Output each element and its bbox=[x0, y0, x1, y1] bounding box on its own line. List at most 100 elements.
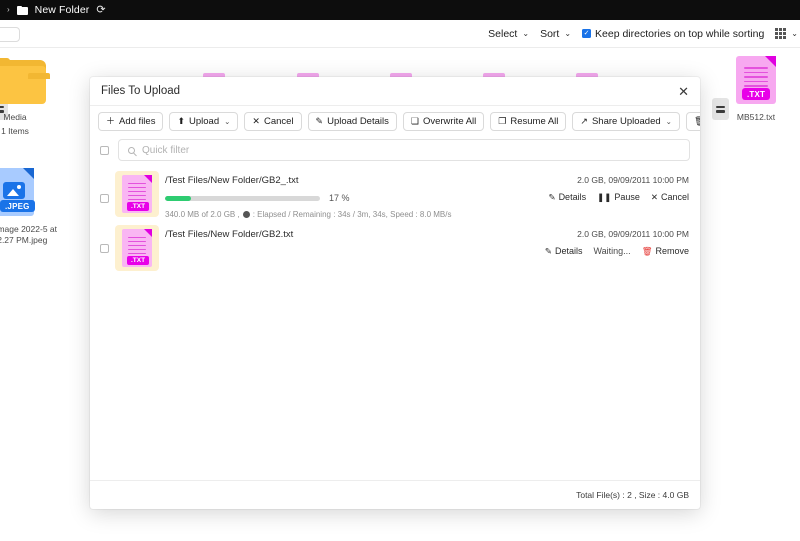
upload-icon: ⬆ bbox=[177, 115, 185, 126]
remove-action[interactable]: 🗑 Remove bbox=[642, 246, 689, 256]
status-label: Waiting... bbox=[593, 246, 631, 256]
app-body: Select ⌄ Sort ⌄ ✓ Keep directories on to… bbox=[0, 20, 800, 541]
trash-icon: 🗑 bbox=[641, 245, 653, 256]
details-action[interactable]: ✎ Details bbox=[548, 192, 586, 202]
status-badge: Waiting... bbox=[594, 246, 631, 256]
pause-icon: ❚❚ bbox=[597, 191, 612, 202]
button-label: Upload Details bbox=[327, 115, 389, 127]
transfer-stats-time: : Elapsed / Remaining : 34s / 3m, 34s, S… bbox=[252, 210, 452, 219]
table-row[interactable]: .TXT /Test Files/New Folder/GB2.txt 2.0 … bbox=[90, 223, 700, 273]
view-mode-toggle[interactable]: ⌄ bbox=[775, 28, 798, 39]
dialog-footer: Total File(s) : 2 , Size : 4.0 GB bbox=[90, 480, 700, 509]
remove-button[interactable]: 🗑 Remove ⌄ bbox=[685, 111, 700, 131]
progress-percent: 17 % bbox=[329, 193, 350, 203]
row-meta: 2.0 GB, 09/09/2011 10:00 PM ✎ Details Wa… bbox=[545, 227, 689, 256]
row-meta: 2.0 GB, 09/09/2011 10:00 PM ✎ Details ❚❚… bbox=[548, 173, 689, 202]
row-main: /Test Files/New Folder/GB2_.txt 17 % 340… bbox=[165, 173, 539, 219]
search-icon bbox=[128, 146, 135, 154]
row-checkbox[interactable] bbox=[100, 244, 109, 253]
edit-icon: ✎ bbox=[544, 245, 552, 256]
row-actions: ✎ Details ❚❚ Pause ✕ Cancel bbox=[548, 192, 689, 202]
file-meta: 2.0 GB, 09/09/2011 10:00 PM bbox=[577, 175, 689, 185]
files-to-upload-dialog: Files To Upload ✕ ＋ Add files ⬆ Upload ⌄… bbox=[90, 77, 700, 509]
desktop-item-jpeg[interactable]: .JPEG tsApp Image 2022-5 at 12.12.27 PM.… bbox=[0, 168, 57, 247]
resume-icon: ❐ bbox=[498, 115, 507, 126]
jpeg-file-icon: .JPEG bbox=[0, 168, 35, 216]
keep-directories-on-top-checkbox[interactable]: ✓ Keep directories on top while sorting bbox=[582, 28, 764, 40]
button-label: Overwrite All bbox=[422, 115, 477, 127]
file-meta: 2.0 GB, 09/09/2011 10:00 PM bbox=[577, 229, 689, 239]
desktop-item-txt[interactable]: .TXT MB512.txt bbox=[713, 56, 799, 123]
desktop-item-media-folder[interactable]: Media 1 Items bbox=[0, 58, 58, 136]
upload-file-list: .TXT /Test Files/New Folder/GB2_.txt 17 … bbox=[90, 169, 700, 480]
share-uploaded-button[interactable]: ↗ Share Uploaded ⌄ bbox=[572, 111, 680, 131]
dialog-title: Files To Upload bbox=[101, 85, 181, 97]
upload-details-button[interactable]: ✎ Upload Details bbox=[307, 111, 397, 131]
refresh-icon[interactable]: ⟳ bbox=[96, 4, 105, 16]
search-input[interactable] bbox=[0, 27, 20, 42]
share-icon: ↗ bbox=[580, 115, 588, 126]
action-label: Details bbox=[558, 192, 587, 202]
quick-filter-placeholder: Quick filter bbox=[142, 144, 190, 156]
desktop-item-partial bbox=[28, 73, 50, 79]
quick-filter-input[interactable]: Quick filter bbox=[118, 139, 690, 161]
row-main: /Test Files/New Folder/GB2.txt bbox=[165, 227, 536, 240]
button-label: Add files bbox=[119, 115, 156, 127]
chevron-down-icon: ⌄ bbox=[224, 116, 231, 126]
cancel-action[interactable]: ✕ Cancel bbox=[651, 192, 689, 202]
txt-file-icon: .TXT bbox=[736, 56, 776, 104]
progress-bar-fill bbox=[165, 195, 192, 201]
folder-icon bbox=[16, 5, 28, 15]
close-icon[interactable]: ✕ bbox=[678, 85, 689, 98]
table-row[interactable]: .TXT /Test Files/New Folder/GB2_.txt 17 … bbox=[90, 169, 700, 223]
breadcrumb-title: New Folder bbox=[34, 4, 90, 16]
cancel-button[interactable]: ✕ Cancel bbox=[244, 111, 302, 131]
desktop-item-label: tsApp Image 2022-5 at 12.12.27 PM.jpeg bbox=[0, 224, 58, 246]
resume-all-button[interactable]: ❐ Resume All bbox=[490, 111, 567, 131]
edit-icon: ✎ bbox=[548, 191, 556, 202]
button-label: Share Uploaded bbox=[591, 115, 661, 127]
action-label: Details bbox=[554, 246, 583, 256]
desktop-item-count: 1 Items bbox=[1, 126, 29, 137]
window-titlebar: › New Folder ⟳ bbox=[0, 0, 800, 20]
edit-icon: ✎ bbox=[315, 115, 324, 126]
chevron-down-icon: ⌄ bbox=[791, 29, 798, 38]
transfer-stats: 340.0 MB of 2.0 GB , : Elapsed / Remaini… bbox=[165, 210, 539, 219]
row-file-icon: .TXT bbox=[115, 225, 159, 271]
file-type-badge: .TXT bbox=[127, 256, 150, 265]
overwrite-all-button[interactable]: ❏ Overwrite All bbox=[402, 111, 485, 131]
close-icon: ✕ bbox=[252, 115, 260, 126]
folder-icon bbox=[0, 58, 46, 104]
file-type-badge: .TXT bbox=[127, 202, 150, 211]
add-files-button[interactable]: ＋ Add files bbox=[98, 111, 164, 131]
action-label: Remove bbox=[655, 246, 689, 256]
progress-row: 17 % bbox=[165, 193, 539, 203]
select-dropdown[interactable]: Select ⌄ bbox=[488, 28, 529, 40]
pause-action[interactable]: ❚❚ Pause bbox=[597, 192, 640, 202]
close-icon: ✕ bbox=[650, 191, 658, 202]
select-all-checkbox[interactable] bbox=[100, 145, 109, 155]
chevron-down-icon: ⌄ bbox=[665, 116, 672, 126]
dialog-header: Files To Upload ✕ bbox=[90, 77, 700, 106]
chevron-down-icon: ⌄ bbox=[564, 29, 572, 38]
file-name: /Test Files/New Folder/GB2.txt bbox=[165, 229, 294, 240]
checkbox-checked-icon: ✓ bbox=[582, 29, 592, 38]
sort-label: Sort bbox=[540, 27, 560, 40]
upload-button[interactable]: ⬆ Upload ⌄ bbox=[169, 111, 239, 131]
progress-bar bbox=[165, 195, 320, 201]
footer-summary: Total File(s) : 2 , Size : 4.0 GB bbox=[576, 490, 689, 500]
file-type-badge: .TXT bbox=[742, 88, 771, 100]
button-label: Resume All bbox=[510, 115, 559, 127]
select-label: Select bbox=[488, 27, 518, 40]
action-label: Pause bbox=[614, 192, 640, 202]
chevron-down-icon: ⌄ bbox=[522, 29, 530, 38]
dialog-toolbar: ＋ Add files ⬆ Upload ⌄ ✕ Cancel ✎ Upload… bbox=[90, 106, 700, 136]
grid-view-icon bbox=[775, 28, 787, 39]
file-name: /Test Files/New Folder/GB2_.txt bbox=[165, 175, 299, 186]
details-action[interactable]: ✎ Details bbox=[545, 246, 583, 256]
sort-dropdown[interactable]: Sort ⌄ bbox=[540, 28, 571, 40]
row-checkbox[interactable] bbox=[100, 194, 109, 203]
copy-icon: ❏ bbox=[410, 115, 419, 126]
row-actions: ✎ Details Waiting... 🗑 Remove bbox=[545, 246, 689, 256]
desktop-item-label: Media bbox=[3, 112, 27, 122]
